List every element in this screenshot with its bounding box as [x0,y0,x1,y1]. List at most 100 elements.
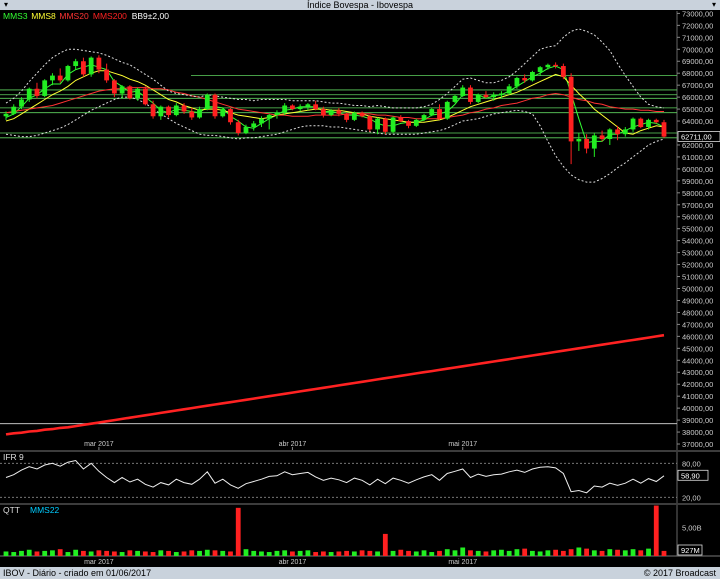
volume-bar [251,550,257,556]
candle-body [96,57,102,70]
candle-body [212,94,218,117]
price-tick-label: 53000,00 [682,249,713,258]
price-tick-label: 64000,00 [682,117,713,126]
volume-bar [452,550,458,556]
volume-bar [127,550,133,556]
candle-body [81,61,86,75]
last-price-label: 62711,00 [681,132,712,141]
candle-body [19,99,24,107]
legend-entry: MMS3 [3,11,28,21]
candle-body [545,64,551,68]
volume-bar [661,550,667,556]
footer-copyright: © 2017 Broadcast [643,568,716,578]
legend-entry: MMS20 [59,11,89,21]
volume-bar [646,548,651,556]
volume-bar [460,547,466,556]
candle-body [622,129,628,135]
volume-bar [181,551,187,556]
volume-bar [297,550,303,556]
qtt-title: QTT [3,505,20,515]
legend-entry: MMS8 [31,11,56,21]
volume-bar [475,550,481,556]
volume-bar [73,549,79,556]
volume-bar [638,550,644,556]
volume-bar [344,550,350,556]
volume-bar [522,548,528,556]
candle-body [398,117,404,122]
volume-bar [599,550,605,556]
volume-bar [135,550,140,556]
volume-bar [398,549,404,556]
candle-body [42,80,48,96]
bottom-time-label: mai 2017 [448,559,477,566]
volume-bar [197,550,202,556]
candle-body [204,94,210,110]
candle-body [491,94,497,98]
volume-bar [42,550,48,556]
candle-body [104,69,110,81]
candle-body [57,75,63,81]
time-tick-label: mar 2017 [84,441,114,448]
candle-body [135,88,140,99]
candle-body [406,121,411,126]
candle-body [259,118,264,124]
volume-bar [653,505,659,556]
candle-body [127,86,133,99]
candle-body [274,112,280,116]
candle-body [460,87,466,96]
price-tick-label: 45000,00 [682,344,713,353]
volume-bar [537,551,543,556]
volume-bar [65,552,71,556]
volume-bar [499,549,504,556]
candle-body [475,94,481,102]
price-tick-label: 71000,00 [682,33,713,42]
price-tick-label: 60000,00 [682,165,713,174]
volume-bar [290,551,295,556]
candle-body [599,135,605,139]
candle-body [26,88,32,100]
candle-body [421,115,427,120]
volume-bar [483,551,489,556]
bottom-time-label: abr 2017 [279,559,307,566]
volume-bar [545,550,551,556]
candle-body [522,77,528,81]
volume-bar [189,550,195,556]
candle-body [359,112,365,117]
volume-bar [81,550,86,556]
volume-bar [506,550,512,556]
candle-body [514,77,520,87]
qtt-legend-mms22: MMS22 [30,505,60,515]
candle-body [3,113,9,117]
volume-bar [104,550,110,556]
price-tick-label: 67000,00 [682,81,713,90]
ifr-title: IFR 9 [3,452,24,462]
candle-body [382,118,388,132]
volume-bar [228,551,233,556]
price-tick-label: 50000,00 [682,285,713,294]
volume-bar [305,550,311,556]
volume-bar [351,551,357,556]
volume-bar [266,552,272,556]
volume-bar [96,550,102,556]
candle-body [142,88,148,105]
time-tick-label: abr 2017 [279,441,307,448]
volume-bar [243,549,249,556]
volume-bar [591,550,597,556]
candle-body [429,109,435,116]
volume-bar [313,552,319,556]
volume-bar [328,552,334,556]
candle-body [584,138,589,149]
candle-body [220,109,226,117]
volume-bar [413,551,419,556]
candlestick-chart[interactable]: 37000,00 38000,00 39000,00 40000,00 41000,00… [0,0,720,579]
volume-bar [19,550,24,556]
candle-body [530,72,535,81]
candle-body [344,113,350,120]
volume-bar [142,551,148,556]
volume-bar [382,533,388,556]
price-tick-label: 57000,00 [682,201,713,210]
volume-bar [34,551,40,556]
bottom-time-label: mar 2017 [84,559,114,566]
volume-bar [390,550,396,556]
price-tick-label: 72000,00 [682,21,713,30]
